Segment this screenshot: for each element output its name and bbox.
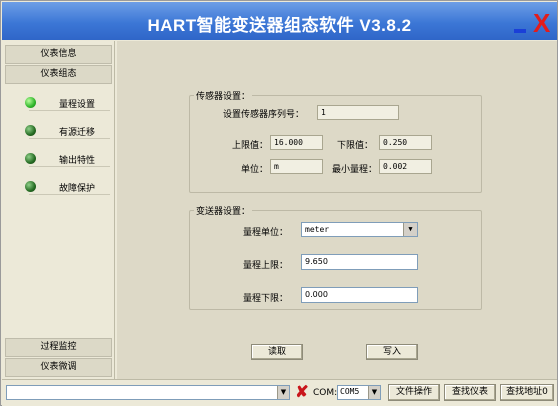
unit-label: 单位：	[241, 165, 269, 175]
sensor-settings-legend: 传感器设置：	[196, 92, 251, 102]
main-panel: 传感器设置： 设置传感器序列号： 1 上限值： 16.000 下限值： 0.25…	[117, 41, 557, 379]
range-unit-select[interactable]: meter ▼	[301, 222, 418, 237]
file-operations-button[interactable]: 文件操作	[388, 384, 440, 401]
upper-limit-field: 16.000	[270, 135, 323, 150]
range-lower-label: 量程下限：	[243, 294, 289, 304]
status-dot-icon	[25, 97, 36, 108]
sidebar-item-output-characteristic[interactable]: 输出特性	[25, 150, 110, 167]
status-bar: ▼ ✘ COM: COM5 ▼ 文件操作 查找仪表 查找地址0	[2, 379, 557, 406]
range-lower-input[interactable]: 0.000	[301, 287, 418, 303]
range-upper-input[interactable]: 9.650	[301, 254, 418, 270]
com-port-value: COM5	[340, 387, 360, 396]
nav-instrument-trim[interactable]: 仪表微调	[5, 358, 112, 377]
status-dot-icon	[25, 153, 36, 164]
upper-limit-label: 上限值：	[232, 141, 269, 151]
chevron-down-icon[interactable]: ▼	[403, 223, 417, 236]
chevron-down-icon[interactable]: ▼	[277, 386, 289, 399]
sensor-serial-label: 设置传感器序列号：	[223, 110, 305, 120]
min-span-field: 0.002	[379, 159, 432, 174]
status-dot-icon	[25, 181, 36, 192]
device-combo[interactable]: ▼	[6, 385, 290, 400]
nav-instrument-info[interactable]: 仪表信息	[5, 45, 112, 64]
sidebar-item-label: 故障保护	[59, 184, 96, 194]
unit-field: m	[270, 159, 323, 174]
sensor-serial-field: 1	[317, 105, 399, 120]
nav-process-monitor[interactable]: 过程监控	[5, 338, 112, 357]
range-unit-label: 量程单位：	[243, 228, 289, 238]
find-device-button[interactable]: 查找仪表	[444, 384, 496, 401]
range-upper-label: 量程上限：	[243, 261, 289, 271]
com-port-select[interactable]: COM5 ▼	[337, 385, 381, 400]
tool-x-icon[interactable]: ✘	[295, 385, 309, 401]
close-x-icon[interactable]: X	[533, 10, 553, 36]
write-button[interactable]: 写入	[366, 344, 418, 360]
sidebar-item-label: 量程设置	[59, 100, 96, 110]
find-address-button[interactable]: 查找地址0	[500, 384, 554, 401]
window-title: HART智能变送器组态软件 V3.8.2	[147, 16, 412, 35]
nav-instrument-config[interactable]: 仪表组态	[5, 65, 112, 84]
min-span-label: 最小量程：	[332, 165, 378, 175]
sidebar-item-range-setting[interactable]: 量程设置	[25, 94, 110, 111]
sidebar-item-label: 有源迁移	[59, 128, 96, 138]
sidebar-item-active-migration[interactable]: 有源迁移	[25, 122, 110, 139]
sidebar: 仪表信息 仪表组态 量程设置 有源迁移 输出特性 故障保护 过程监控 仪表微调	[2, 41, 115, 379]
app-window: HART智能变送器组态软件 V3.8.2 X 仪表信息 仪表组态 量程设置 有源…	[0, 0, 558, 406]
lower-limit-field: 0.250	[379, 135, 432, 150]
sidebar-item-fault-protection[interactable]: 故障保护	[25, 178, 110, 195]
lower-limit-label: 下限值：	[337, 141, 374, 151]
com-label: COM:	[313, 388, 338, 398]
chevron-down-icon[interactable]: ▼	[368, 386, 380, 399]
sidebar-item-label: 输出特性	[59, 156, 96, 166]
range-unit-value: meter	[305, 225, 330, 234]
title-bar: HART智能变送器组态软件 V3.8.2 X	[2, 2, 557, 40]
minimize-icon[interactable]	[514, 29, 526, 33]
transmitter-settings-legend: 变送器设置：	[196, 207, 251, 217]
status-dot-icon	[25, 125, 36, 136]
read-button[interactable]: 读取	[251, 344, 303, 360]
